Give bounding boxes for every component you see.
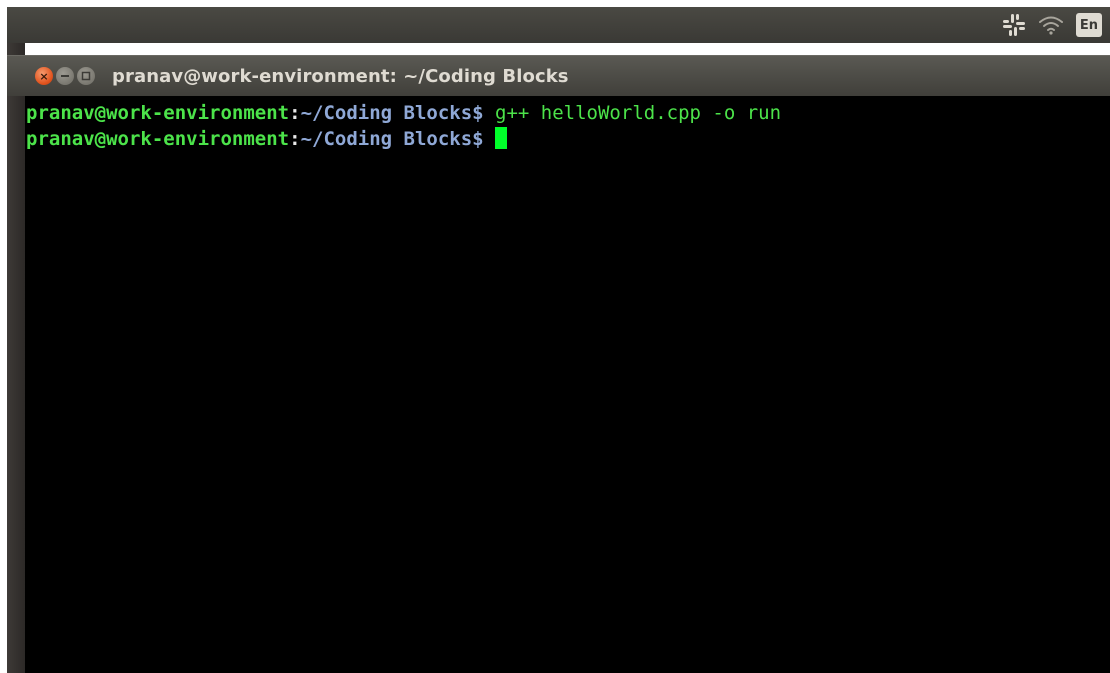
text-cursor [495, 127, 508, 149]
terminal-output[interactable]: pranav@work-environment:~/Coding Blocks$… [25, 96, 1110, 673]
prompt-path: ~/Coding Blocks [300, 102, 473, 124]
keyboard-language-indicator[interactable]: En [1076, 13, 1102, 37]
maximize-icon [81, 71, 91, 81]
wifi-icon[interactable] [1038, 11, 1064, 39]
window-title: pranav@work-environment: ~/Coding Blocks [112, 65, 569, 87]
prompt-colon: : [289, 128, 301, 150]
close-icon: × [39, 69, 49, 83]
top-panel: En [7, 7, 1110, 43]
terminal-window[interactable]: × pranav@work-environment: ~/Coding Bloc… [7, 55, 1110, 673]
minimize-icon [61, 75, 69, 77]
desktop-screen: En × pranav@work-environment: ~/Coding B… [0, 0, 1110, 673]
terminal-line: pranav@work-environment:~/Coding Blocks$ [26, 126, 1110, 152]
prompt-user-host: pranav@work-environment [26, 102, 290, 124]
launcher-edge [7, 43, 25, 673]
prompt-dollar: $ [472, 102, 496, 124]
window-title-bar[interactable]: × pranav@work-environment: ~/Coding Bloc… [7, 55, 1110, 96]
close-button[interactable]: × [35, 67, 53, 85]
maximize-button[interactable] [77, 67, 95, 85]
terminal-line: pranav@work-environment:~/Coding Blocks$… [26, 100, 1110, 126]
prompt-user-host: pranav@work-environment [26, 128, 290, 150]
prompt-colon: : [289, 102, 301, 124]
prompt-dollar: $ [472, 128, 496, 150]
minimize-button[interactable] [56, 67, 74, 85]
prompt-path: ~/Coding Blocks [300, 128, 473, 150]
slack-icon[interactable] [1002, 11, 1026, 39]
command-text: g++ helloWorld.cpp -o run [495, 102, 782, 124]
